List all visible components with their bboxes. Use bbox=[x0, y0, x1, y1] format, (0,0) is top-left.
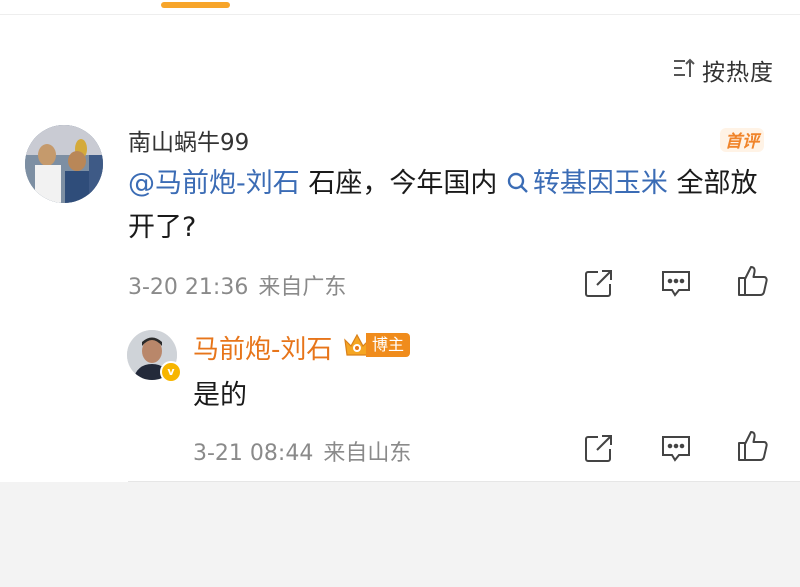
reply-reply-button[interactable] bbox=[658, 430, 694, 466]
comment-body: @马前炮-刘石 石座，今年国内 转基因玉米 全部放开了? bbox=[128, 162, 778, 250]
like-icon bbox=[738, 431, 768, 461]
reply-timestamp: 3-21 08:44 bbox=[193, 441, 314, 466]
reply-share-button[interactable] bbox=[580, 430, 616, 466]
comment-reply-button[interactable] bbox=[658, 265, 694, 301]
first-comment-badge: 首评 bbox=[719, 125, 765, 155]
like-icon bbox=[738, 266, 768, 296]
topic-link[interactable]: 转基因玉米 bbox=[506, 168, 668, 199]
sort-icon bbox=[672, 56, 702, 84]
footer-area bbox=[0, 482, 800, 587]
comment-share-button[interactable] bbox=[580, 265, 616, 301]
comment-icon bbox=[662, 436, 690, 462]
commenter-username[interactable]: 南山蜗牛99 bbox=[128, 123, 249, 157]
tab-active-indicator bbox=[161, 2, 230, 8]
search-icon bbox=[507, 172, 528, 193]
blogger-badge: 博主 bbox=[342, 331, 411, 359]
reply-body: 是的 bbox=[193, 380, 247, 411]
comment-like-button[interactable] bbox=[735, 263, 771, 299]
reply-like-button[interactable] bbox=[735, 428, 771, 464]
comment-timestamp: 3-20 21:36 bbox=[128, 275, 249, 300]
mention-link[interactable]: @马前炮-刘石 bbox=[128, 168, 300, 199]
share-icon bbox=[585, 270, 612, 297]
comment-icon bbox=[662, 271, 690, 297]
share-icon bbox=[585, 435, 612, 462]
first-comment-badge-label: 首评 bbox=[725, 132, 762, 152]
sort-by-hot-button[interactable]: 按热度 bbox=[672, 53, 774, 87]
reply-location: 来自山东 bbox=[323, 441, 412, 466]
blogger-username[interactable]: 马前炮-刘石 bbox=[193, 329, 332, 366]
reply-meta: 3-21 08:44 来自山东 bbox=[193, 435, 411, 467]
comment-text-part: 石座，今年国内 bbox=[299, 168, 498, 199]
comment-meta: 3-20 21:36 来自广东 bbox=[128, 269, 346, 301]
blogger-badge-label: 博主 bbox=[366, 333, 411, 357]
top-divider bbox=[0, 14, 800, 15]
topic-label: 转基因玉米 bbox=[532, 168, 668, 199]
verified-badge: v bbox=[160, 361, 182, 383]
sort-label: 按热度 bbox=[702, 60, 774, 86]
commenter-avatar[interactable] bbox=[25, 125, 103, 203]
comment-location: 来自广东 bbox=[258, 275, 347, 300]
